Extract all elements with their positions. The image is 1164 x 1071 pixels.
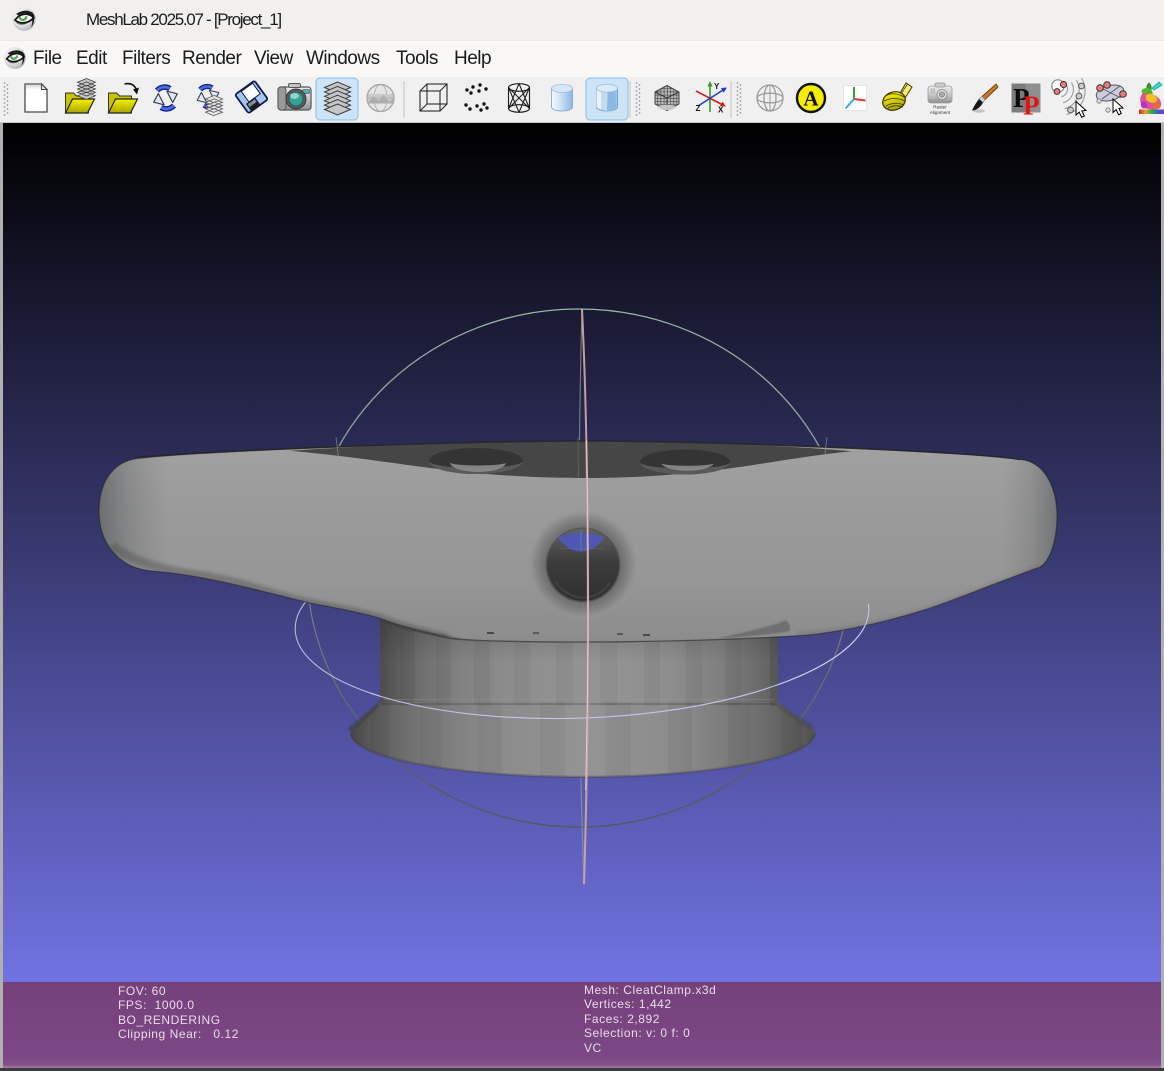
svg-text:Y: Y — [714, 82, 720, 91]
svg-text:Z: Z — [696, 104, 701, 113]
svg-text:Raster: Raster — [933, 105, 947, 110]
svg-text:A: A — [803, 87, 819, 111]
svg-text:Alignment: Alignment — [930, 110, 951, 115]
svg-text:X: X — [718, 106, 724, 115]
svg-text:P: P — [1023, 91, 1040, 121]
